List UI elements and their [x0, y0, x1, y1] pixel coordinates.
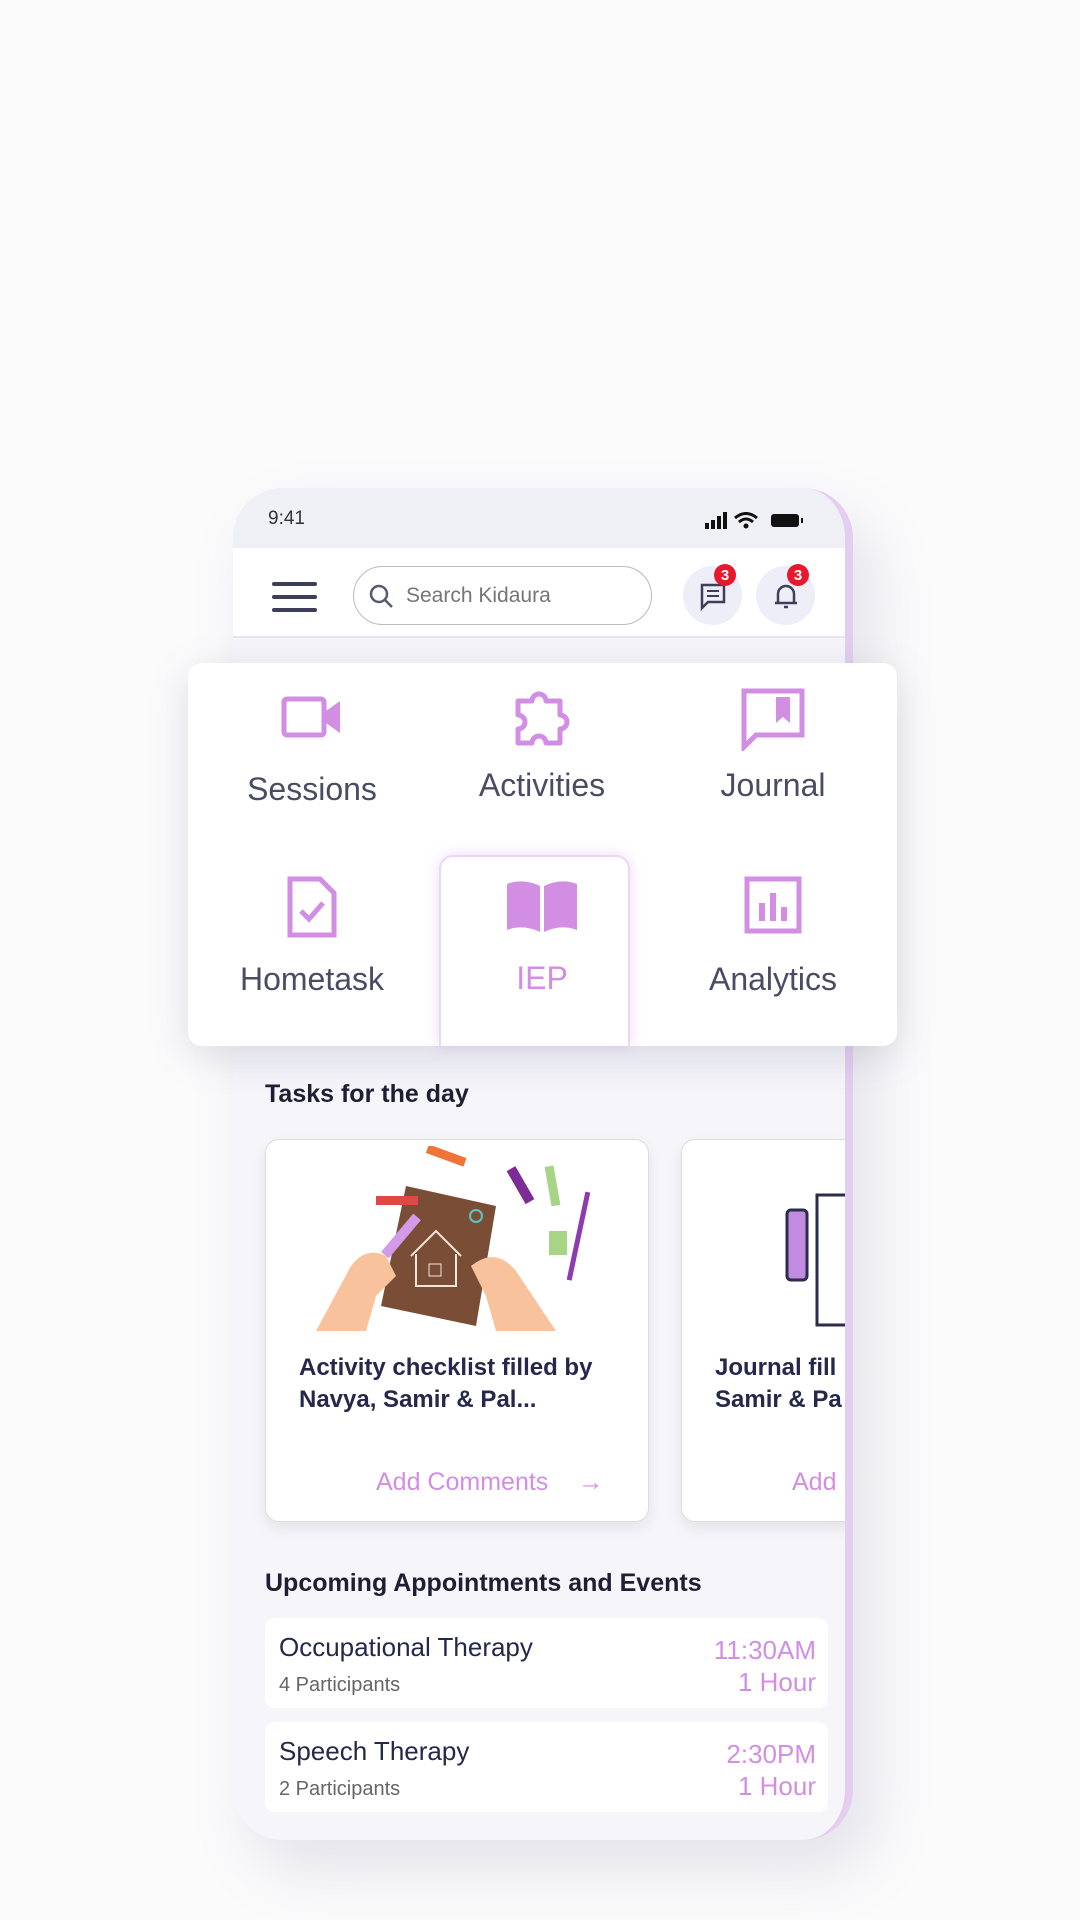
messages-button[interactable]: 3 — [683, 564, 742, 625]
bookmark-chat-icon — [741, 688, 805, 751]
menu-button[interactable] — [272, 582, 317, 612]
menu-item-sessions[interactable]: Sessions — [197, 691, 427, 808]
messages-badge: 3 — [714, 564, 736, 586]
search-icon — [369, 584, 393, 608]
appointment-participants: 2 Participants — [279, 1778, 401, 1800]
journal-illustration — [785, 1193, 845, 1327]
appointment-participants: 4 Participants — [279, 1674, 401, 1696]
add-comments-label: Add Comments — [376, 1468, 549, 1496]
bar-chart-icon — [744, 876, 802, 934]
quick-menu: Sessions Activities Journal Hometask IEP… — [188, 663, 897, 1046]
menu-item-hometask[interactable]: Hometask — [197, 875, 427, 998]
search-bar[interactable] — [353, 566, 652, 625]
task-card[interactable]: Journal fill Samir & Pa Add — [681, 1139, 845, 1522]
appointment-item[interactable]: Speech Therapy 2 Participants 2:30PM 1 Ho… — [265, 1722, 828, 1812]
menu-item-label: Analytics — [708, 961, 838, 997]
appointment-duration: 1 Hour — [737, 1771, 816, 1801]
status-icons — [705, 512, 803, 529]
menu-item-iep[interactable]: IEP — [427, 878, 657, 997]
appointment-name: Speech Therapy — [279, 1736, 470, 1766]
activity-illustration — [296, 1146, 596, 1336]
open-book-icon — [507, 881, 577, 932]
document-check-icon — [287, 876, 337, 938]
top-header: 3 3 — [233, 548, 845, 638]
menu-item-label: Hometask — [239, 961, 385, 997]
add-comments-link[interactable]: Add — [792, 1468, 836, 1497]
appointment-time: 2:30PM — [726, 1739, 816, 1769]
menu-item-analytics[interactable]: Analytics — [658, 875, 888, 998]
notifications-badge: 3 — [787, 564, 809, 586]
menu-item-label: Activities — [478, 767, 606, 803]
task-card-text: Journal fill Samir & Pa — [715, 1354, 842, 1413]
appointment-time: 11:30AM — [713, 1635, 816, 1665]
menu-item-label: Journal — [720, 767, 826, 803]
search-input[interactable] — [406, 583, 626, 608]
tasks-title: Tasks for the day — [265, 1080, 469, 1108]
status-bar: 9:41 — [233, 488, 845, 548]
menu-item-activities[interactable]: Activities — [427, 687, 657, 804]
status-time: 9:41 — [268, 508, 305, 529]
add-comments-link[interactable]: Add Comments → — [376, 1468, 603, 1497]
task-card[interactable]: Activity checklist filled by Navya, Sami… — [265, 1139, 649, 1522]
notifications-button[interactable]: 3 — [756, 564, 815, 625]
video-camera-icon — [281, 696, 340, 738]
appointment-duration: 1 Hour — [737, 1667, 816, 1697]
appointment-name: Occupational Therapy — [279, 1632, 533, 1662]
appointments-title: Upcoming Appointments and Events — [265, 1569, 702, 1597]
arrow-right-icon: → — [578, 1468, 604, 1496]
appointment-item[interactable]: Occupational Therapy 4 Participants 11:3… — [265, 1618, 828, 1708]
menu-item-journal[interactable]: Journal — [658, 687, 888, 804]
menu-item-label: Sessions — [247, 771, 377, 807]
task-card-text: Activity checklist filled by Navya, Sami… — [299, 1354, 593, 1413]
menu-item-label: IEP — [516, 960, 568, 996]
puzzle-icon — [515, 691, 570, 746]
